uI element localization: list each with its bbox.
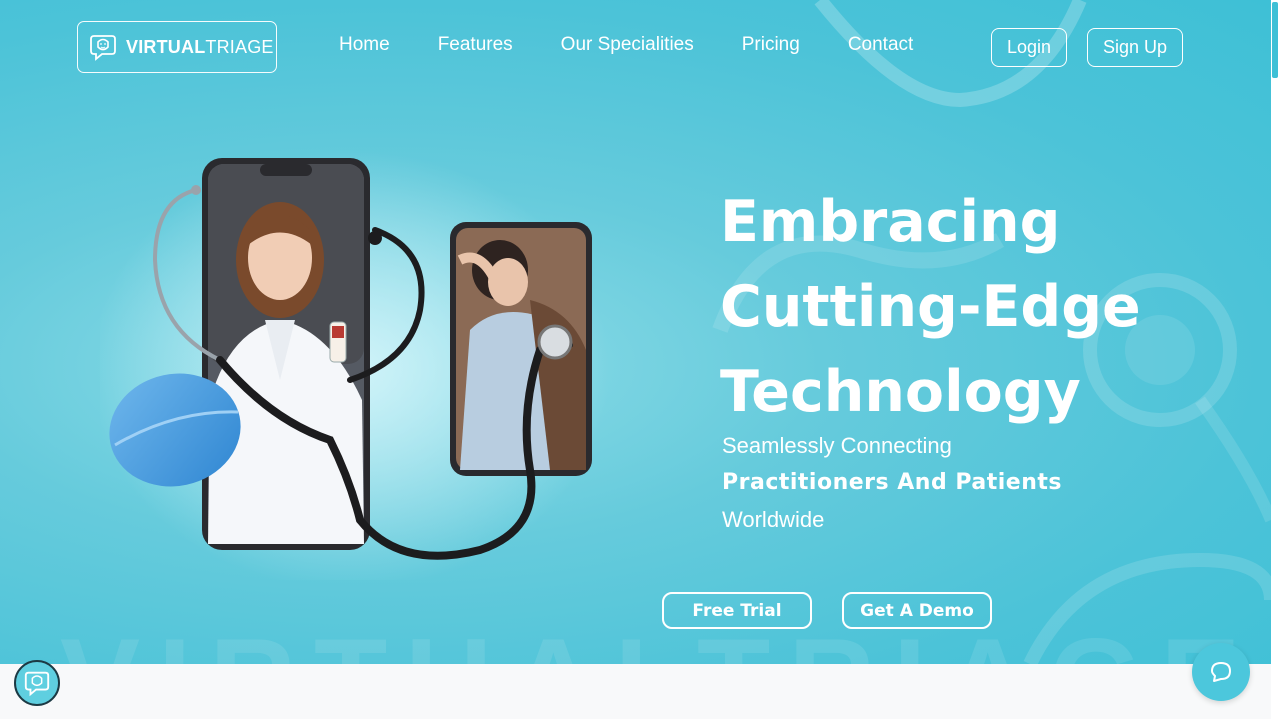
nav-contact[interactable]: Contact — [848, 34, 913, 56]
next-section — [0, 664, 1271, 719]
nav-our-specialities[interactable]: Our Specialities — [561, 34, 694, 56]
free-trial-button[interactable]: Free Trial — [662, 592, 812, 629]
chat-bubble-face-icon — [90, 35, 116, 61]
headline-line-1: Embracing — [720, 189, 1061, 255]
scrollbar-track[interactable] — [1271, 0, 1279, 719]
chat-widget-button[interactable] — [1192, 643, 1250, 701]
hero-subline-1: Seamlessly Connecting — [722, 433, 952, 458]
chat-bubble-face-icon — [24, 671, 50, 697]
hero-headline: Embracing Cutting-Edge Technology — [720, 180, 1240, 435]
background-watermark: VIRTUALTRIAGE — [60, 612, 1258, 664]
hero-section: VIRTUALTRIAGE VIRTUALTRIAGE Home Feature… — [0, 0, 1271, 664]
get-demo-button[interactable]: Get A Demo — [842, 592, 992, 629]
main-nav: Home Features Our Specialities Pricing C… — [339, 34, 913, 56]
brand-name: VIRTUALTRIAGE — [126, 36, 274, 57]
hero-illustration — [100, 150, 610, 580]
nav-home[interactable]: Home — [339, 34, 390, 56]
signup-button[interactable]: Sign Up — [1087, 28, 1183, 67]
login-button[interactable]: Login — [991, 28, 1067, 67]
chat-bubble-icon — [1211, 662, 1231, 682]
hero-subline-3: Worldwide — [722, 507, 825, 532]
headline-line-2: Cutting-Edge — [720, 274, 1141, 340]
doctor-phone — [202, 158, 370, 550]
assistant-avatar-button[interactable] — [14, 660, 60, 706]
hero-subline-2: Practitioners And Patients — [722, 470, 1063, 495]
headline-line-3: Technology — [720, 359, 1081, 425]
nav-features[interactable]: Features — [438, 34, 513, 56]
scrollbar-thumb[interactable] — [1272, 2, 1278, 78]
nav-pricing[interactable]: Pricing — [742, 34, 800, 56]
brand-logo[interactable]: VIRTUALTRIAGE — [77, 21, 277, 73]
